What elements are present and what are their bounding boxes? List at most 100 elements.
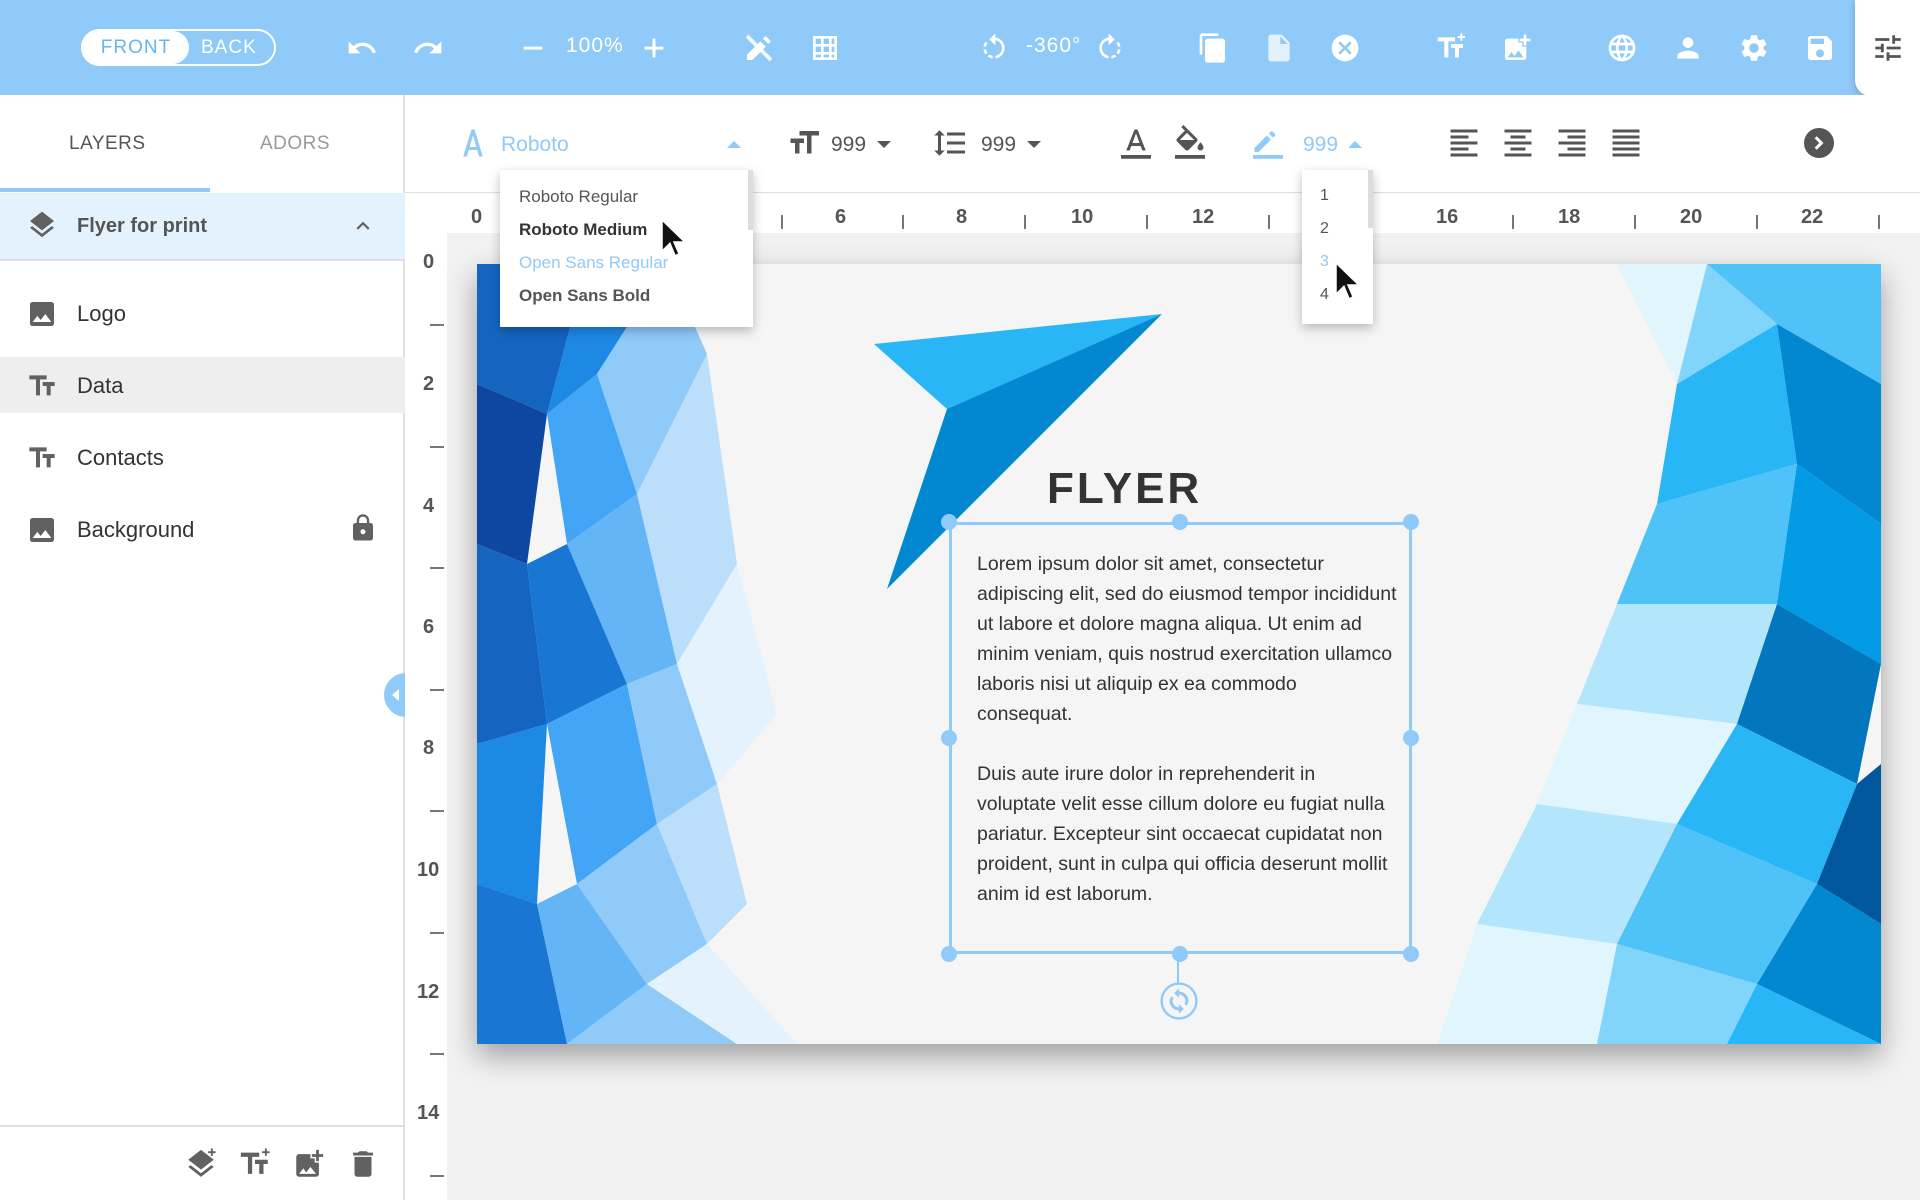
- flyer-page[interactable]: FLYER Lorem ipsum dolor sit amet, consec…: [477, 264, 1881, 1044]
- font-family-select[interactable]: Roboto: [501, 133, 569, 157]
- selected-text-box[interactable]: Lorem ipsum dolor sit amet, consectetur …: [949, 522, 1412, 954]
- line-height-caret[interactable]: [1027, 141, 1041, 148]
- font-option[interactable]: Roboto Regular: [519, 187, 638, 207]
- add-text-icon[interactable]: [1431, 28, 1471, 68]
- resize-handle-top-right[interactable]: [1403, 514, 1419, 530]
- ruler-label: 18: [1558, 206, 1581, 228]
- collapse-panel-handle[interactable]: [384, 673, 406, 717]
- resize-handle-top[interactable]: [1172, 514, 1188, 530]
- text-color-icon[interactable]: [1118, 125, 1154, 161]
- ruler-label: 6: [423, 616, 435, 638]
- layer-label: Logo: [77, 301, 126, 326]
- ruler-pencil-icon[interactable]: [739, 28, 779, 68]
- properties-panel-button[interactable]: [1855, 0, 1920, 96]
- add-image-icon[interactable]: [1497, 28, 1537, 68]
- ruler-label: 8: [423, 737, 435, 759]
- lock-icon[interactable]: [348, 513, 378, 543]
- save-icon[interactable]: [1800, 28, 1840, 68]
- chevron-right-icon[interactable]: [1801, 125, 1837, 161]
- resize-handle-top-left[interactable]: [941, 514, 957, 530]
- delete-icon[interactable]: [346, 1147, 380, 1181]
- resize-handle-bottom[interactable]: [1172, 946, 1188, 962]
- tab-layers[interactable]: LAYERS: [69, 133, 146, 155]
- redo-icon[interactable]: [408, 28, 448, 68]
- ruler-label: 0: [471, 206, 483, 228]
- resize-handle-left[interactable]: [941, 730, 957, 746]
- ruler-label: 20: [1680, 206, 1703, 228]
- rotate-left-icon[interactable]: [974, 28, 1014, 68]
- add-image-layer-icon[interactable]: [292, 1147, 326, 1181]
- zoom-out-icon[interactable]: [513, 28, 553, 68]
- text-paragraph-2: Duis aute irure dolor in reprehenderit i…: [977, 763, 1388, 905]
- page-icon[interactable]: [1259, 28, 1299, 68]
- font-size-value[interactable]: 999: [831, 133, 866, 157]
- layers-panel: LAYERS ADORS Flyer for print Logo Data C…: [0, 95, 406, 1200]
- duplicate-icon[interactable]: [1193, 28, 1233, 68]
- stroke-width-option[interactable]: 2: [1320, 220, 1329, 238]
- stroke-width-value[interactable]: 999: [1303, 133, 1338, 157]
- font-dropdown-caret[interactable]: [727, 141, 741, 148]
- layer-item-logo[interactable]: Logo: [0, 285, 405, 341]
- image-icon: [30, 518, 54, 542]
- add-text-layer-icon[interactable]: [238, 1147, 272, 1181]
- rotation-value: -360°: [1026, 34, 1082, 57]
- ruler-label: 6: [835, 206, 847, 228]
- add-layer-icon[interactable]: [184, 1147, 218, 1181]
- zoom-in-icon[interactable]: [634, 28, 674, 68]
- align-center-icon[interactable]: [1500, 125, 1536, 161]
- ruler-label: 12: [1192, 206, 1215, 228]
- panel-tabs: LAYERS ADORS: [0, 95, 405, 193]
- rotate-handle-icon[interactable]: [1160, 982, 1198, 1020]
- layer-item-contacts[interactable]: Contacts: [0, 429, 405, 485]
- ruler-label: 8: [956, 206, 968, 228]
- font-size-caret[interactable]: [877, 141, 891, 148]
- font-option[interactable]: Open Sans Bold: [519, 286, 650, 306]
- settings-icon[interactable]: [1734, 28, 1774, 68]
- line-height-value[interactable]: 999: [981, 133, 1016, 157]
- image-icon: [30, 302, 54, 326]
- layer-group-header[interactable]: Flyer for print: [0, 193, 405, 261]
- ruler-label: 22: [1801, 206, 1824, 228]
- grid-icon[interactable]: [805, 28, 845, 68]
- ruler-label: 10: [417, 859, 440, 881]
- stroke-width-caret[interactable]: [1348, 141, 1362, 148]
- user-icon[interactable]: [1668, 28, 1708, 68]
- layer-item-data[interactable]: Data: [0, 357, 405, 413]
- top-toolbar: FRONT BACK 100% -360°: [0, 0, 1920, 96]
- close-icon[interactable]: [1325, 28, 1365, 68]
- font-option-hovered[interactable]: Open Sans Regular: [519, 253, 668, 273]
- ruler-label: 12: [417, 981, 440, 1003]
- resize-handle-bottom-left[interactable]: [941, 946, 957, 962]
- flyer-title[interactable]: FLYER: [1047, 464, 1202, 514]
- undo-icon[interactable]: [342, 28, 382, 68]
- dropdown-scrollbar[interactable]: [748, 170, 753, 230]
- align-left-icon[interactable]: [1446, 125, 1482, 161]
- ruler-label: 14: [417, 1102, 440, 1124]
- stroke-width-option[interactable]: 4: [1320, 286, 1329, 304]
- rotate-stem: [1177, 954, 1179, 984]
- stroke-icon[interactable]: [1250, 125, 1286, 161]
- tab-adors[interactable]: ADORS: [260, 133, 330, 155]
- stroke-width-option-hovered[interactable]: 3: [1320, 253, 1329, 271]
- globe-icon[interactable]: [1602, 28, 1642, 68]
- text-icon: [29, 447, 55, 468]
- fill-color-icon[interactable]: [1172, 125, 1208, 161]
- align-justify-icon[interactable]: [1608, 125, 1644, 161]
- chevron-up-icon[interactable]: [350, 213, 376, 239]
- font-option[interactable]: Roboto Medium: [519, 220, 647, 240]
- ruler-label: 2: [423, 373, 435, 395]
- dropdown-scrollbar[interactable]: [1368, 170, 1373, 228]
- layer-label: Contacts: [77, 445, 164, 470]
- layers-icon: [30, 211, 54, 238]
- front-option[interactable]: FRONT: [83, 31, 189, 64]
- layer-item-background[interactable]: Background: [0, 501, 405, 557]
- front-back-toggle[interactable]: FRONT BACK: [81, 29, 276, 66]
- align-right-icon[interactable]: [1554, 125, 1590, 161]
- stroke-width-option[interactable]: 1: [1320, 187, 1329, 205]
- resize-handle-bottom-right[interactable]: [1403, 946, 1419, 962]
- back-option[interactable]: BACK: [201, 31, 257, 64]
- rotate-right-icon[interactable]: [1090, 28, 1130, 68]
- layer-label: Background: [77, 517, 195, 542]
- ruler-label: 10: [1071, 206, 1094, 228]
- resize-handle-right[interactable]: [1403, 730, 1419, 746]
